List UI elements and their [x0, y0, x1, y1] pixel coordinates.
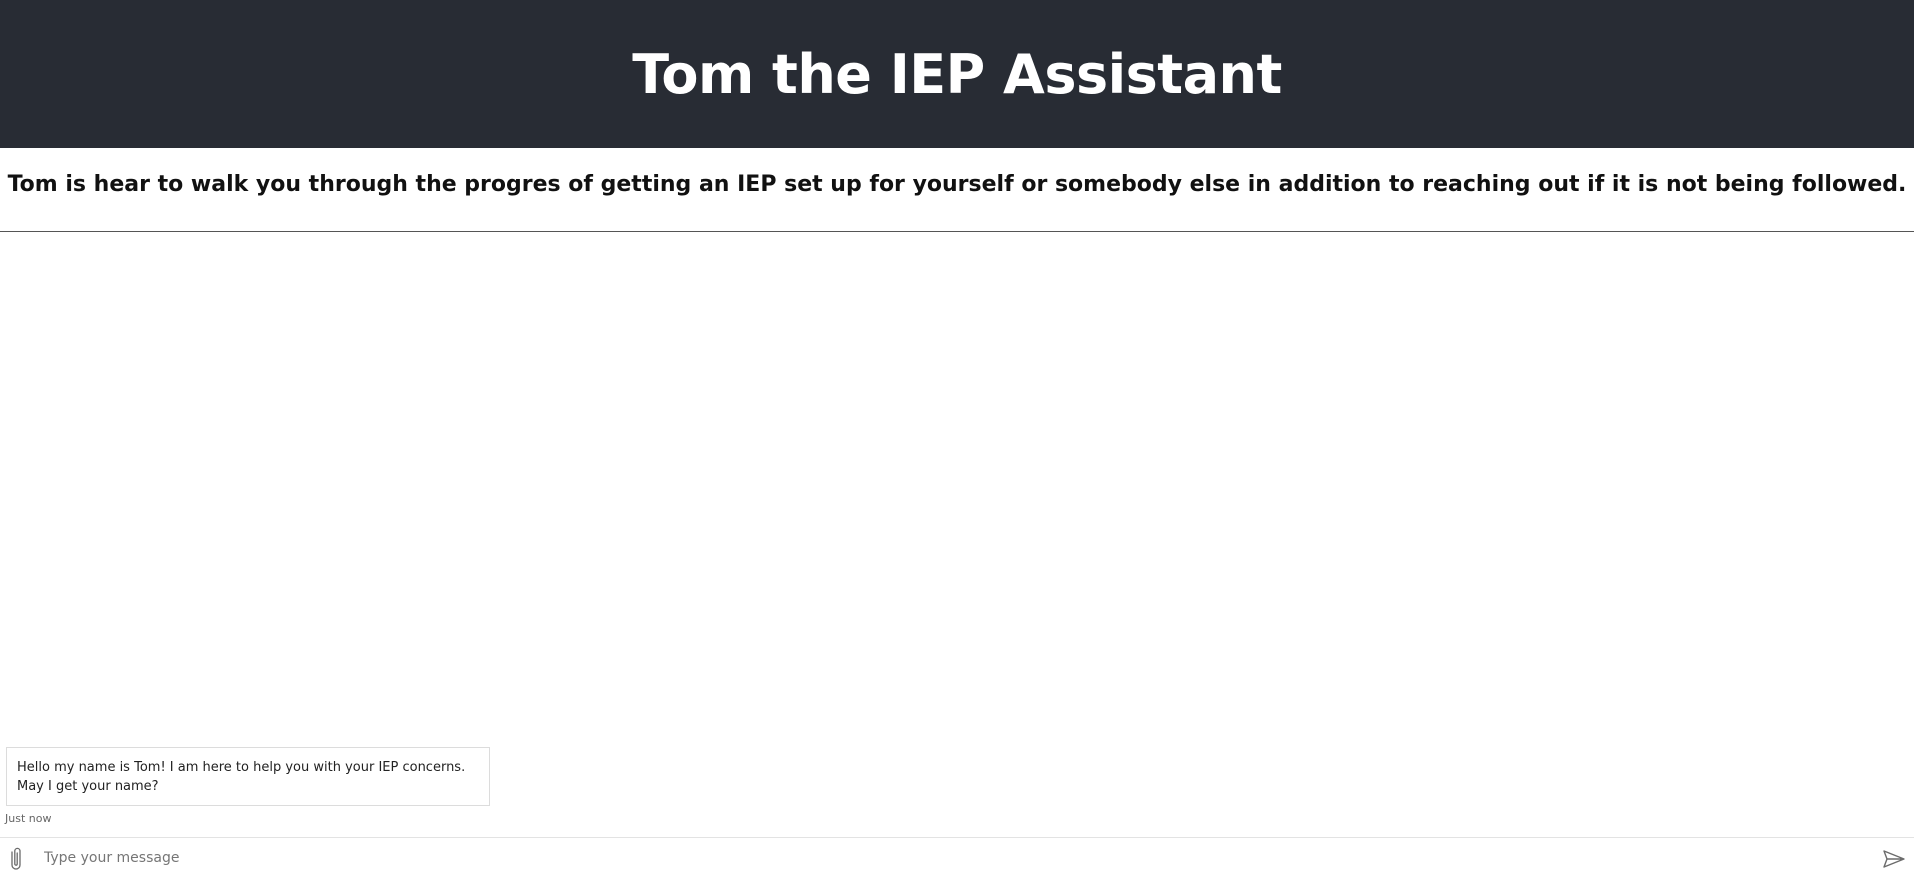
send-icon[interactable]: [1882, 848, 1906, 870]
chat-transcript[interactable]: Hello my name is Tom! I am here to help …: [0, 233, 1914, 837]
bot-message-line: Hello my name is Tom! I am here to help …: [17, 760, 466, 775]
intro-text: Tom is hear to walk you through the prog…: [7, 172, 1907, 197]
bot-message: Hello my name is Tom! I am here to help …: [6, 747, 490, 806]
message-composer: [0, 837, 1914, 880]
paperclip-icon[interactable]: [6, 846, 26, 872]
message-input[interactable]: [44, 844, 1864, 872]
bot-message-line: May I get your name?: [17, 779, 159, 794]
message-timestamp: Just now: [5, 812, 52, 825]
app-header: Tom the IEP Assistant: [0, 0, 1914, 148]
intro-bar: Tom is hear to walk you through the prog…: [0, 148, 1914, 232]
page-title: Tom the IEP Assistant: [632, 42, 1282, 106]
